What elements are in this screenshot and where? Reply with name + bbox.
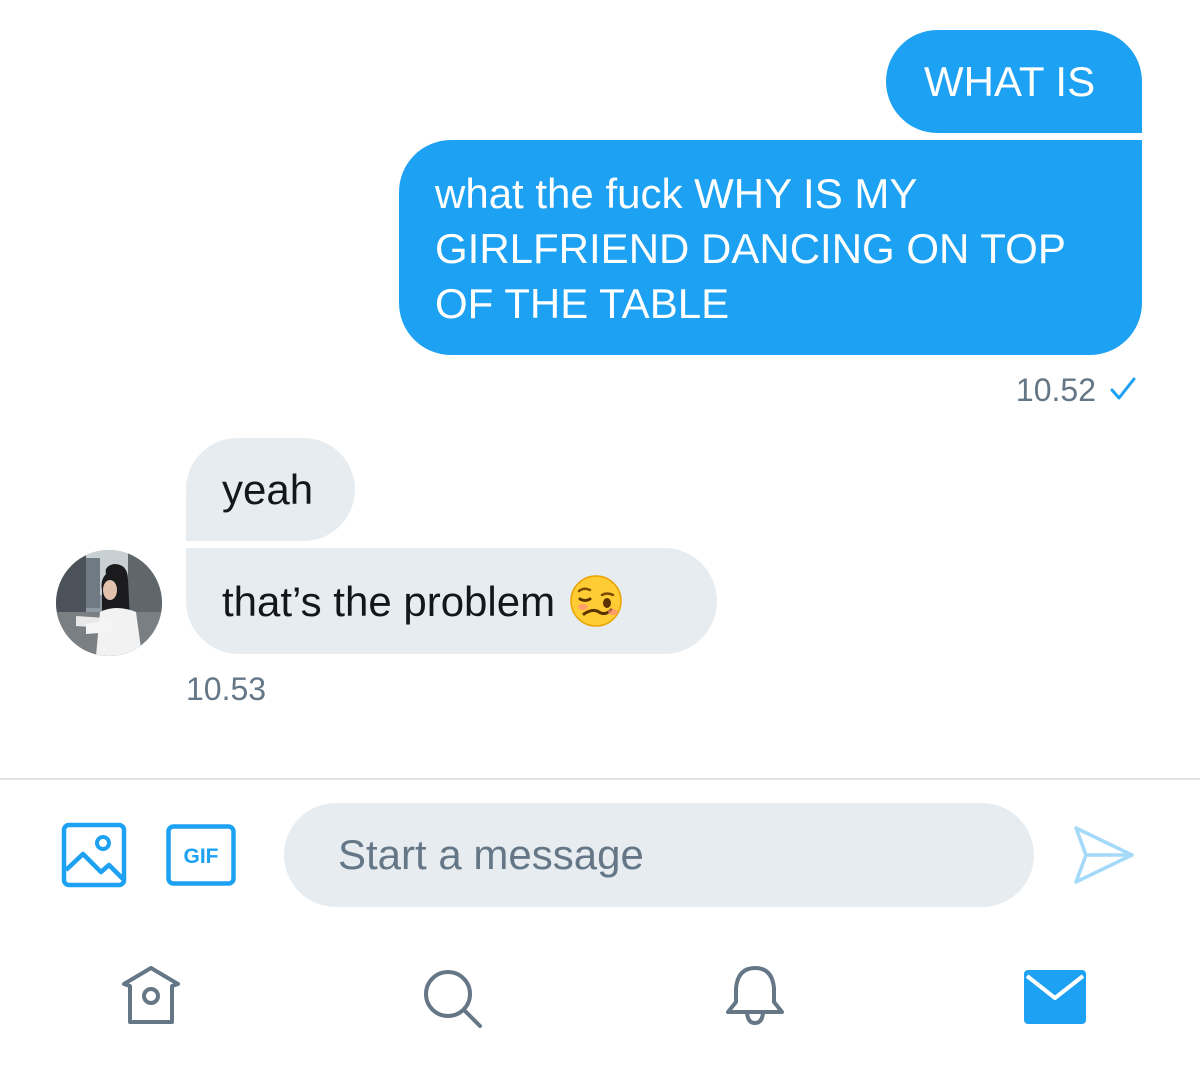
gif-button[interactable]: GIF (166, 824, 236, 891)
sent-message-bubble[interactable]: WHAT IS (886, 30, 1142, 133)
received-message-bubble[interactable]: that’s the problem (186, 548, 717, 654)
image-icon[interactable] (61, 822, 127, 888)
check-icon (1110, 377, 1136, 400)
home-icon[interactable] (118, 962, 184, 1028)
sent-timestamp: 10.52 (1015, 372, 1096, 408)
message-text-line: OF THE TABLE (435, 280, 730, 327)
message-text-line: what the fuck WHY IS MY (435, 170, 918, 217)
message-text: that’s the problem (222, 578, 556, 625)
message-input[interactable] (284, 803, 1034, 907)
gif-icon: GIF (166, 824, 236, 886)
received-message-bubble[interactable]: yeah (186, 438, 355, 541)
message-text: yeah (222, 466, 314, 513)
woozy-face-emoji-icon (570, 575, 622, 627)
gif-label: GIF (184, 845, 219, 868)
sent-message-bubble[interactable]: what the fuck WHY IS MY GIRLFRIEND DANCI… (399, 140, 1142, 355)
dm-conversation-screen: WHAT IS what the fuck WHY IS MY GIRLFRIE… (0, 0, 1200, 1072)
message-text: WHAT IS (924, 58, 1096, 105)
send-icon[interactable] (1072, 824, 1136, 886)
message-text-line: GIRLFRIEND DANCING ON TOP (435, 225, 1066, 272)
bell-icon[interactable] (722, 962, 788, 1028)
composer-divider (0, 778, 1200, 780)
avatar[interactable] (56, 550, 162, 656)
search-icon[interactable] (420, 966, 486, 1032)
avatar-photo (56, 550, 162, 656)
envelope-icon[interactable] (1024, 968, 1086, 1026)
received-timestamp: 10.53 (186, 671, 267, 707)
